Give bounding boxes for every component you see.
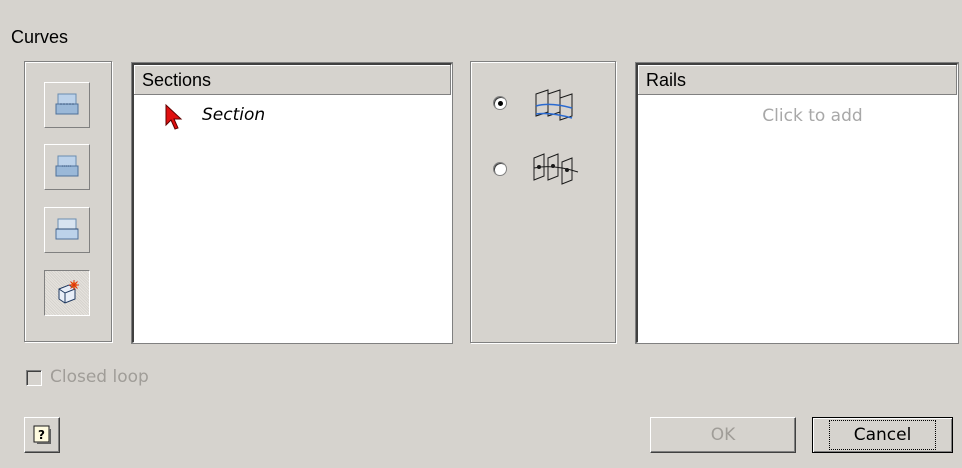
closed-loop-checkbox[interactable] bbox=[26, 370, 42, 386]
rails-mode-radio[interactable] bbox=[493, 96, 507, 110]
svg-text:?: ? bbox=[38, 428, 45, 442]
create-curve-icon bbox=[58, 280, 79, 304]
help-button[interactable]: ? bbox=[24, 417, 60, 453]
ok-button[interactable]: OK bbox=[650, 417, 796, 453]
section-item-label: Section bbox=[202, 105, 266, 125]
cursor-arrow-icon bbox=[165, 103, 183, 130]
section-face-icon bbox=[55, 218, 79, 240]
rails-placeholder[interactable]: Click to add bbox=[638, 106, 957, 126]
select-sketch-section-button[interactable] bbox=[44, 82, 90, 128]
curves-label: Curves bbox=[11, 27, 69, 47]
rails-list[interactable]: Rails Click to add bbox=[635, 62, 959, 344]
section-sketch-icon bbox=[55, 93, 79, 115]
sections-list[interactable]: Sections Section bbox=[131, 62, 453, 344]
center-line-mode-icon bbox=[533, 153, 579, 185]
select-face-section-button[interactable] bbox=[44, 207, 90, 253]
closed-loop-label: Closed loop bbox=[50, 367, 149, 387]
cancel-button[interactable]: Cancel bbox=[812, 417, 953, 453]
center-line-mode-radio[interactable] bbox=[493, 162, 507, 176]
select-edge-section-button[interactable] bbox=[44, 144, 90, 190]
rails-mode-icon bbox=[535, 89, 573, 121]
section-edge-icon bbox=[55, 155, 79, 177]
rails-header: Rails bbox=[638, 65, 957, 95]
list-item[interactable]: Section bbox=[164, 103, 364, 130]
cancel-button-label: Cancel bbox=[828, 420, 937, 450]
help-icon: ? bbox=[33, 425, 51, 444]
create-curve-button[interactable] bbox=[44, 270, 90, 316]
sections-header: Sections bbox=[134, 65, 451, 95]
